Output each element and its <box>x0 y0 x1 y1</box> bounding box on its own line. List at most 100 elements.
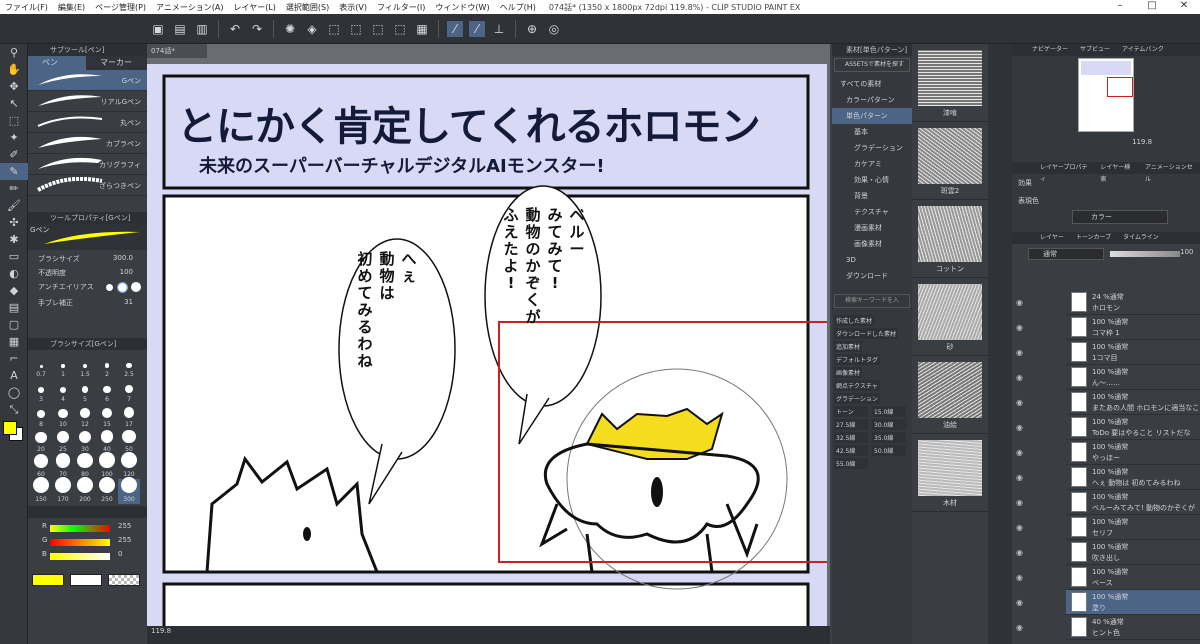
material-tag[interactable]: 35.0線 <box>872 432 906 443</box>
layer-row[interactable]: 100 %通常 ん〜…… <box>1066 365 1200 390</box>
brush-size-preset[interactable]: 150 <box>30 477 52 504</box>
brush-size-preset[interactable]: 300 <box>118 477 140 504</box>
layer-row[interactable]: 100 %通常 やっほー <box>1066 440 1200 465</box>
aa-weak[interactable] <box>106 284 113 291</box>
visibility-eye-icon[interactable]: ◉ <box>1016 473 1026 482</box>
visibility-eye-icon[interactable]: ◉ <box>1016 598 1026 607</box>
brush-size-preset[interactable]: 2 <box>96 354 118 379</box>
visibility-eye-icon[interactable]: ◉ <box>1016 373 1026 382</box>
maximize-icon[interactable]: □ <box>1136 0 1168 11</box>
balloon-icon[interactable]: ◯ <box>0 384 28 401</box>
material-tag[interactable]: 15.0線 <box>872 406 906 417</box>
stabilization-row[interactable]: 手ブレ補正 31 <box>28 298 147 312</box>
material-item[interactable]: 砂 <box>912 278 988 356</box>
material-search-input[interactable]: 検索キーワードを入 <box>834 294 910 308</box>
brush-size-preset[interactable]: 5 <box>74 379 96 404</box>
menu-file[interactable]: ファイル(F) <box>0 2 53 13</box>
transform-icon[interactable]: ⬚ <box>326 21 342 37</box>
gradient-icon[interactable]: ▤ <box>0 299 28 316</box>
tab-marker[interactable]: マーカー <box>86 56 144 70</box>
material-tag[interactable]: グラデーション <box>834 393 880 404</box>
brush-size-preset[interactable]: 17 <box>118 404 140 429</box>
material-tag[interactable]: 27.5線 <box>834 419 868 430</box>
eyedropper-icon[interactable]: ✐ <box>0 146 28 163</box>
assistant-icon[interactable]: ◎ <box>546 21 562 37</box>
main-color-chip[interactable] <box>32 574 64 586</box>
brush-size-preset[interactable]: 250 <box>96 477 118 504</box>
color-mode-select[interactable]: カラー <box>1072 210 1168 224</box>
figure-icon[interactable]: ▢ <box>0 316 28 333</box>
visibility-eye-icon[interactable]: ◉ <box>1016 548 1026 557</box>
material-tree-item[interactable]: 3D <box>832 252 912 268</box>
red-slider[interactable]: R 255 <box>28 522 147 536</box>
material-tree-item[interactable]: カケアミ <box>832 156 912 172</box>
brush-maru-pen[interactable]: 丸ペン <box>28 112 147 133</box>
navigator-thumbnail[interactable] <box>1078 58 1134 132</box>
new-icon[interactable]: ▣ <box>150 21 166 37</box>
main-color[interactable] <box>3 421 17 435</box>
visibility-eye-icon[interactable]: ◉ <box>1016 523 1026 532</box>
pencil-tool-icon[interactable]: ✏ <box>0 180 28 197</box>
tab-layer-search[interactable]: レイヤー検索 <box>1094 162 1139 183</box>
tab-timeline[interactable]: タイムライン <box>1117 232 1165 244</box>
tab-anim-cell[interactable]: アニメーションセル <box>1139 162 1200 183</box>
correct-line-icon[interactable]: ⤡ <box>0 401 28 418</box>
material-tag[interactable]: 30.0線 <box>872 419 906 430</box>
brush-size-preset[interactable]: 20 <box>30 429 52 454</box>
redo-icon[interactable]: ↷ <box>249 21 265 37</box>
save-icon[interactable]: ▥ <box>194 21 210 37</box>
deselect-icon[interactable]: ⬚ <box>348 21 364 37</box>
brush-size-preset[interactable]: 2.5 <box>118 354 140 379</box>
visibility-eye-icon[interactable]: ◉ <box>1016 573 1026 582</box>
brush-size-preset[interactable]: 170 <box>52 477 74 504</box>
zoom-tool-icon[interactable]: ⚲ <box>0 44 28 61</box>
material-tag[interactable]: 42.5線 <box>834 445 868 456</box>
material-tree-item[interactable]: ダウンロード <box>832 268 912 284</box>
brush-size-preset[interactable]: 30 <box>74 429 96 454</box>
open-icon[interactable]: ▤ <box>172 21 188 37</box>
brush-size-preset[interactable]: 80 <box>74 452 96 479</box>
tab-pen[interactable]: ペン <box>28 56 86 70</box>
grid-icon[interactable]: ▦ <box>414 21 430 37</box>
brush-size-preset[interactable]: 0.7 <box>30 354 52 379</box>
material-tag[interactable]: 画像素材 <box>834 367 863 378</box>
menu-filter[interactable]: フィルター(I) <box>372 2 430 13</box>
brush-size-preset[interactable]: 1 <box>52 354 74 379</box>
selection-tool-icon[interactable]: ⬚ <box>0 112 28 129</box>
tab-navigator[interactable]: ナビゲーター <box>1012 44 1074 56</box>
material-tag[interactable]: 作成した素材 <box>834 315 875 326</box>
crop-icon[interactable]: ⬚ <box>370 21 386 37</box>
layer-row[interactable]: 100 %通常 セリフ <box>1066 515 1200 540</box>
material-item[interactable]: コットン <box>912 200 988 278</box>
material-tree-item[interactable]: カラーパターン <box>832 92 912 108</box>
opacity-row[interactable]: 不透明度 100 <box>28 268 147 282</box>
auto-select-icon[interactable]: ✦ <box>0 129 28 146</box>
aa-mid[interactable] <box>117 282 128 293</box>
brush-size-row[interactable]: ブラシサイズ 300.0 <box>28 254 147 268</box>
material-tree-item[interactable]: 単色パターン <box>832 108 912 124</box>
menu-selection[interactable]: 選択範囲(S) <box>281 2 334 13</box>
tab-tone-curve[interactable]: トーンカーブ <box>1070 232 1117 244</box>
brush-size-preset[interactable]: 10 <box>52 404 74 429</box>
brush-size-preset[interactable]: 70 <box>52 453 74 479</box>
visibility-eye-icon[interactable]: ◉ <box>1016 398 1026 407</box>
ruler-icon[interactable]: ⌐ <box>0 350 28 367</box>
layer-row[interactable]: 100 %通常 コマ枠 1 <box>1066 315 1200 340</box>
antialias-row[interactable]: アンチエイリアス <box>28 282 147 298</box>
material-tree-item[interactable]: 画像素材 <box>832 236 912 252</box>
brush-size-preset[interactable]: 7 <box>118 379 140 404</box>
undo-icon[interactable]: ↶ <box>227 21 243 37</box>
blend-tool-icon[interactable]: ◐ <box>0 265 28 282</box>
material-tree-item[interactable]: 効果・心情 <box>832 172 912 188</box>
text-tool-icon[interactable]: A <box>0 367 28 384</box>
aa-strong[interactable] <box>131 282 141 292</box>
opacity-value[interactable]: 100 <box>1180 248 1193 256</box>
menu-page[interactable]: ページ管理(P) <box>90 2 151 13</box>
eraser-icon[interactable]: ▭ <box>0 248 28 265</box>
menu-help[interactable]: ヘルプ(H) <box>495 2 541 13</box>
minimize-icon[interactable]: – <box>1104 0 1136 11</box>
clear-icon[interactable]: ✺ <box>282 21 298 37</box>
special-ruler-icon[interactable]: ⁄ <box>469 20 485 37</box>
material-tree-item[interactable]: 背景 <box>832 188 912 204</box>
material-item[interactable]: 油絵 <box>912 356 988 434</box>
